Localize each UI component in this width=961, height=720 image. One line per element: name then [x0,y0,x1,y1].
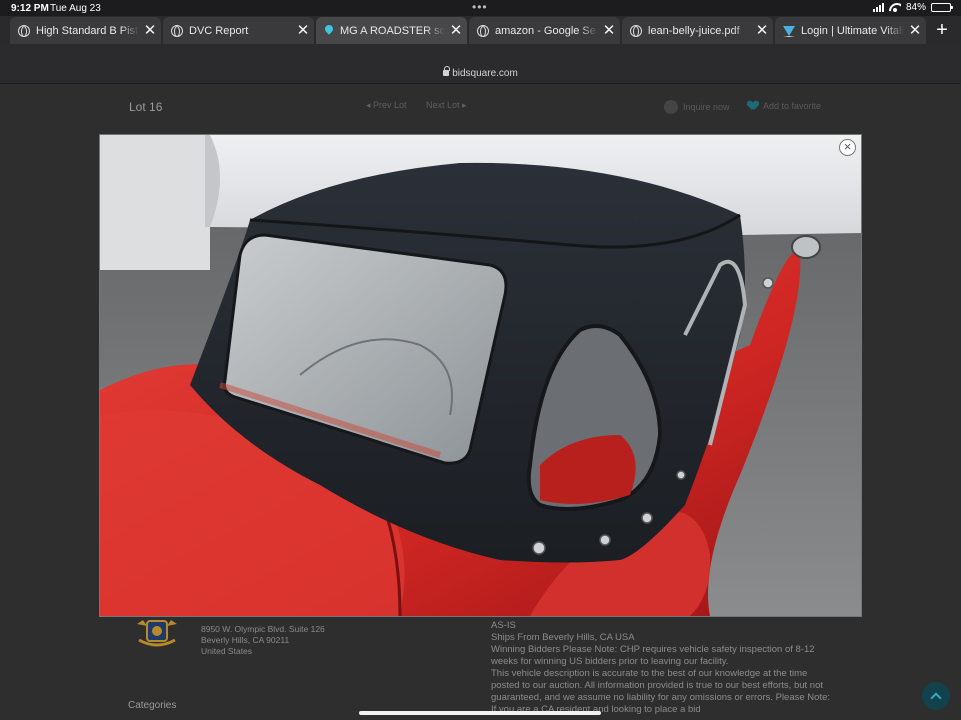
tab-lean-belly-pdf[interactable]: lean-belly-juice.pdf ✕ [622,17,773,44]
address-line: Beverly Hills, CA 90211 [201,635,290,645]
car-photo [100,135,861,616]
wifi-icon [889,3,901,12]
close-tab-icon[interactable]: ✕ [904,17,926,44]
description-line: Winning Bidders Please Note: CHP require… [491,644,815,667]
close-tab-icon[interactable]: ✕ [445,17,467,44]
tab-title: MG A ROADSTER sold [340,24,445,37]
globe-icon [630,24,642,37]
favorite-label: Add to favorite [763,101,822,111]
tab-title: High Standard B Pistol [36,24,139,37]
add-to-favorite-button[interactable]: Add to favorite [748,101,821,111]
description-line: Ships From Beverly Hills, CA USA [491,632,635,643]
tab-title: lean-belly-juice.pdf [648,24,740,37]
status-bar: 9:12 PM Tue Aug 23 ••• 84% [0,0,961,16]
address-line: 8950 W. Olympic Blvd. Suite 126 [201,624,325,634]
description-line: AS-IS [491,620,516,631]
date: Tue Aug 23 [50,3,101,14]
seller-address: 8950 W. Olympic Blvd. Suite 126 Beverly … [201,624,325,657]
prev-lot-link[interactable]: ◂ Prev Lot [366,100,407,111]
close-tab-icon[interactable]: ✕ [598,17,620,44]
tab-high-standard[interactable]: High Standard B Pistol ✕ [10,17,161,44]
tab-ultimate-vitality[interactable]: Login | Ultimate Vitality ✕ [775,17,926,44]
tab-title: amazon - Google Search [495,24,598,37]
lock-icon [443,66,451,76]
bird-icon [783,25,795,37]
close-tab-icon[interactable]: ✕ [751,17,773,44]
url-display[interactable]: bidsquare.com [0,66,961,79]
signal-icon [872,3,884,12]
address-bar[interactable]: bidsquare.com [0,44,961,84]
close-tab-icon[interactable]: ✕ [139,17,161,44]
new-tab-button[interactable]: + [930,17,954,44]
close-lightbox-button[interactable]: × [839,139,856,156]
description-line: This vehicle description is accurate to … [491,668,831,715]
tab-title: DVC Report [189,24,249,37]
tab-bar: High Standard B Pistol ✕ DVC Report ✕ MG… [0,16,961,44]
categories-heading: Categories [128,700,177,711]
multitasking-dots[interactable]: ••• [472,0,488,14]
next-lot-link[interactable]: Next Lot ▸ [426,100,467,111]
tab-dvc-report[interactable]: DVC Report ✕ [163,17,314,44]
inquire-label: Inquire now [683,102,730,112]
lot-number: Lot 16 [129,100,163,114]
scroll-to-top-button[interactable] [922,682,950,710]
address-line: United States [201,646,253,656]
tab-title: Login | Ultimate Vitality [801,24,904,37]
lot-description: AS-IS Ships From Beverly Hills, CA USA W… [491,620,831,716]
pin-icon [324,25,334,37]
tab-mg-roadster[interactable]: MG A ROADSTER sold ✕ [316,17,467,44]
url-text: bidsquare.com [452,68,518,79]
globe-icon [477,24,489,37]
battery-icon [931,3,953,12]
lightbox-image[interactable] [100,135,861,616]
globe-icon [18,24,30,37]
close-tab-icon[interactable]: ✕ [292,17,314,44]
globe-icon [171,24,183,37]
chat-icon [664,100,678,114]
battery-percent: 84% [905,2,926,13]
status-indicators: 84% [872,2,953,13]
heart-icon [748,101,758,111]
clock: 9:12 PM [11,3,49,14]
tab-amazon-search[interactable]: amazon - Google Search ✕ [469,17,620,44]
seller-logo [137,620,177,647]
inquire-now-button[interactable]: Inquire now [664,100,730,114]
home-indicator[interactable] [359,711,601,715]
